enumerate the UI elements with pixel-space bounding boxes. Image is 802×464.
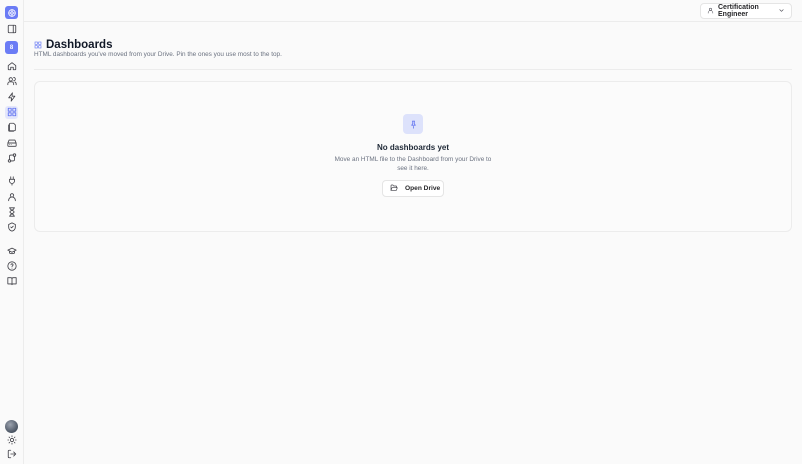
sidebar-item-drive[interactable] <box>5 137 18 150</box>
chevron-down-icon <box>778 7 785 16</box>
folder-open-icon <box>390 184 398 194</box>
open-drive-label: Open Drive <box>405 185 441 192</box>
logout-icon <box>7 446 17 464</box>
sidebar-item-home[interactable] <box>5 60 18 73</box>
sidebar-item-automations[interactable] <box>5 91 18 104</box>
empty-state-title: No dashboards yet <box>376 143 449 152</box>
user-menu-label: Certification Engineer <box>718 4 759 18</box>
collapse-sidebar-button[interactable] <box>5 23 18 36</box>
open-drive-button[interactable]: Open Drive <box>382 180 444 197</box>
user-icon <box>707 7 714 16</box>
sidebar-item-learning[interactable] <box>5 245 18 258</box>
page-subtitle: HTML dashboards you've moved from your D… <box>34 51 282 58</box>
sidebar-item-history[interactable] <box>5 206 18 219</box>
topbar: Certification Engineer <box>24 0 802 22</box>
sidebar-item-workflows[interactable] <box>5 152 18 165</box>
sidebar-item-security[interactable] <box>5 221 18 234</box>
sidebar-item-dashboards[interactable] <box>5 106 18 119</box>
sidebar-item-profile[interactable] <box>5 191 18 204</box>
route-icon <box>7 150 17 168</box>
shield-icon <box>7 219 17 237</box>
workspace-switcher[interactable]: 8 <box>5 41 18 54</box>
divider <box>34 69 792 70</box>
sidebar-item-integrations[interactable] <box>5 175 18 188</box>
sidebar-item-documents[interactable] <box>5 121 18 134</box>
pin-icon <box>403 114 423 134</box>
logout-button[interactable] <box>5 448 18 461</box>
empty-state-description: Move an HTML file to the Dashboard from … <box>334 156 492 172</box>
sidebar-item-users[interactable] <box>5 75 18 88</box>
book-icon <box>6 273 17 291</box>
sidebar-item-docs[interactable] <box>5 275 18 288</box>
user-menu-button[interactable]: Certification Engineer <box>700 3 792 19</box>
panel-icon <box>7 21 17 39</box>
sidebar-item-help[interactable] <box>5 260 18 273</box>
sidebar: 8 <box>0 0 24 464</box>
app-logo-icon[interactable] <box>5 6 18 19</box>
page-title: Dashboards <box>46 39 113 51</box>
empty-state-card: No dashboards yet Move an HTML file to t… <box>34 81 792 232</box>
